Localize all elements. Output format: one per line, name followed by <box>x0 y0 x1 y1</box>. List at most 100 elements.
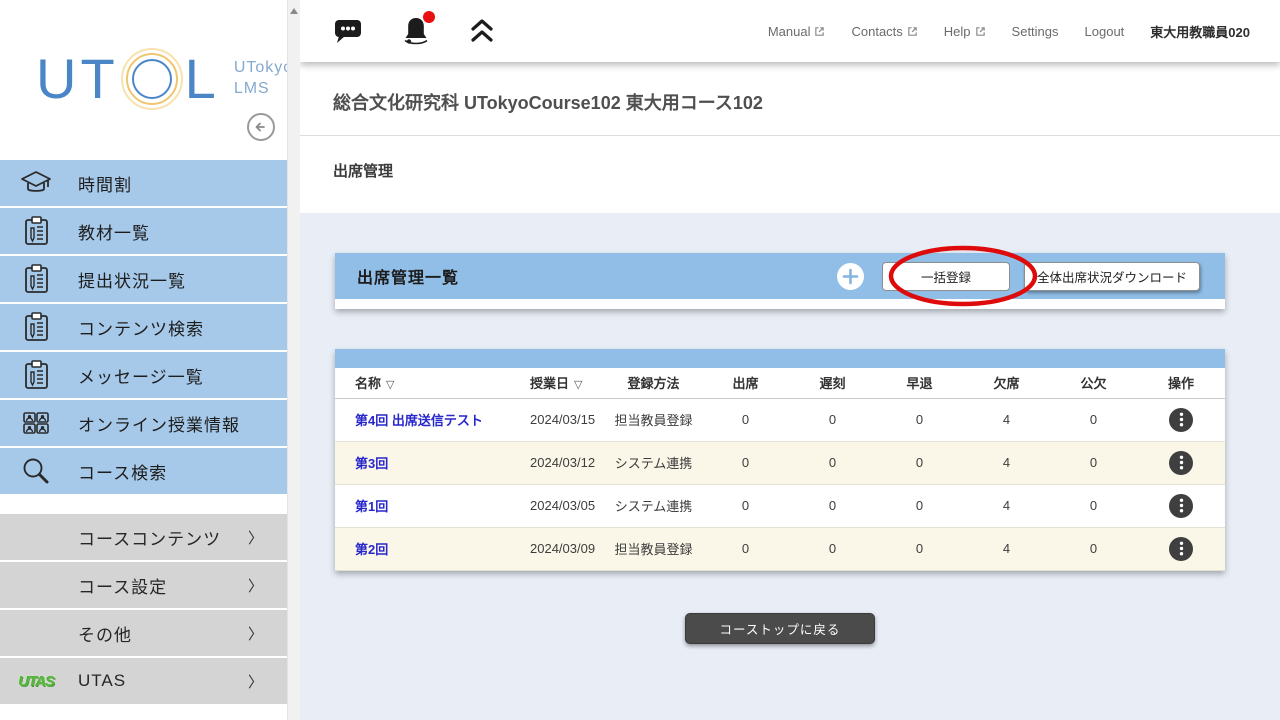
attendance-table: 名称 ▽ 授業日 ▽ 登録方法 出席 遅刻 早退 欠席 公欠 操作 第4回 出席送信… <box>335 368 1225 571</box>
session-link[interactable]: 第2回 <box>355 542 388 557</box>
absent-count-cell: 4 <box>963 441 1050 485</box>
sidebar-item-others[interactable]: その他 〉 <box>0 610 287 658</box>
sidebar-item-submissions[interactable]: 提出状況一覧 <box>0 256 287 304</box>
absent-count-cell: 4 <box>963 484 1050 528</box>
sidebar-item-messages[interactable]: メッセージ一覧 <box>0 352 287 400</box>
session-link[interactable]: 第1回 <box>355 499 388 514</box>
row-actions-button[interactable] <box>1169 407 1193 432</box>
settings-link[interactable]: Settings <box>1012 24 1059 39</box>
chevron-right-icon: 〉 <box>247 577 263 595</box>
logo-letter-l: L <box>184 47 220 110</box>
messages-button[interactable] <box>333 18 363 44</box>
sidebar: UT L UTokyo LMS 時間割 教材一覧 提出状況一覧 コンテンツ検索 … <box>0 0 292 720</box>
scroll-up-arrow-icon[interactable] <box>290 8 298 14</box>
notifications-button[interactable] <box>401 11 435 47</box>
kebab-menu-icon <box>1179 455 1183 470</box>
sort-icon[interactable]: ▽ <box>574 379 582 391</box>
logout-link[interactable]: Logout <box>1085 24 1125 39</box>
chevron-right-icon: 〉 <box>247 673 263 691</box>
menu-item-label: コース設定 <box>78 577 168 597</box>
present-count-cell: 0 <box>702 484 789 528</box>
logo-subtitle-line1: UTokyo <box>233 59 294 77</box>
course-title: 総合文化研究科 UTokyoCourse102 東大用コース102 <box>333 93 763 113</box>
class-date-cell: 2024/03/05 <box>510 484 605 528</box>
logo-letters-ut: UT <box>36 47 119 110</box>
late-count-cell: 0 <box>789 398 876 442</box>
header-label: 遅刻 <box>819 376 846 392</box>
sidebar-item-utas[interactable]: UTAS UTAS 〉 <box>0 658 287 706</box>
header-label: 出席 <box>732 376 759 392</box>
utas-logo-icon: UTAS <box>18 672 55 690</box>
menu-item-label: UTAS <box>78 671 127 690</box>
footer-actions: コーストップに戻る <box>335 612 1225 644</box>
sidebar-item-content-search[interactable]: コンテンツ検索 <box>0 304 287 352</box>
header-label: 授業日 <box>530 376 570 392</box>
late-count-cell: 0 <box>789 484 876 528</box>
manual-link[interactable]: Manual <box>768 24 826 39</box>
column-header-method: 登録方法 <box>605 368 702 399</box>
double-chevron-up-icon <box>471 19 493 42</box>
logo-subtitle-line2: LMS <box>233 80 270 97</box>
absent-count-cell: 4 <box>963 398 1050 442</box>
download-overall-attendance-button[interactable]: 全体出席状況ダウンロード <box>1023 261 1200 291</box>
sort-icon[interactable]: ▽ <box>386 379 394 391</box>
bulk-register-button[interactable]: 一括登録 <box>881 261 1010 291</box>
link-label: Settings <box>1011 23 1059 39</box>
logo-area: UT L UTokyo LMS <box>0 0 292 160</box>
column-header-excused: 公欠 <box>1050 368 1137 399</box>
row-actions-button[interactable] <box>1169 536 1193 561</box>
sidebar-item-materials[interactable]: 教材一覧 <box>0 208 287 256</box>
notification-badge-dot <box>423 11 435 23</box>
header-label: 欠席 <box>993 376 1020 392</box>
sidebar-item-online-class-info[interactable]: オンライン授業情報 <box>0 400 287 448</box>
method-cell: システム連携 <box>605 484 702 528</box>
attendance-panel-header: 出席管理一覧 一括登録 全体出席状況ダウンロード <box>335 253 1225 299</box>
table-row: 第3回 2024/03/12 システム連携 0 0 0 4 0 <box>335 441 1225 485</box>
attendance-list-panel: 出席管理一覧 一括登録 全体出席状況ダウンロード <box>335 245 1225 309</box>
clipboard-icon <box>16 309 56 345</box>
sidebar-item-timetable[interactable]: 時間割 <box>0 160 287 208</box>
method-cell: 担当教員登録 <box>605 398 702 442</box>
sidebar-item-label: 教材一覧 <box>78 223 150 243</box>
chevron-right-icon: 〉 <box>247 529 263 547</box>
sidebar-item-label: 時間割 <box>78 175 132 195</box>
collapse-header-button[interactable] <box>469 17 495 45</box>
sidebar-section-gap <box>0 496 287 514</box>
sidebar-scrollbar[interactable] <box>287 0 300 720</box>
column-header-date[interactable]: 授業日 ▽ <box>510 368 605 399</box>
method-cell: 担当教員登録 <box>605 527 702 571</box>
table-row: 第2回 2024/03/09 担当教員登録 0 0 0 4 0 <box>335 527 1225 571</box>
row-actions-button[interactable] <box>1169 493 1193 518</box>
early-leave-count-cell: 0 <box>876 441 963 485</box>
logo-o-rings-icon <box>120 48 183 110</box>
page-title: 出席管理 <box>333 163 394 180</box>
plus-icon <box>842 268 859 284</box>
help-link[interactable]: Help <box>944 24 986 39</box>
column-header-name[interactable]: 名称 ▽ <box>335 368 510 399</box>
header-label: 早退 <box>906 376 933 392</box>
sidebar-item-course-settings[interactable]: コース設定 〉 <box>0 562 287 610</box>
early-leave-count-cell: 0 <box>876 527 963 571</box>
search-icon <box>16 453 56 489</box>
session-link[interactable]: 第4回 出席送信テスト <box>355 413 483 428</box>
external-link-icon <box>908 26 917 36</box>
class-date-cell: 2024/03/12 <box>510 441 605 485</box>
panel-footer-strip <box>335 299 1225 309</box>
clipboard-icon <box>16 357 56 393</box>
sidebar-item-course-contents[interactable]: コースコンテンツ 〉 <box>0 514 287 562</box>
session-link[interactable]: 第3回 <box>355 456 388 471</box>
kebab-menu-icon <box>1179 412 1183 427</box>
excused-count-cell: 0 <box>1050 398 1137 442</box>
link-label: Manual <box>767 23 811 39</box>
back-to-course-top-button[interactable]: コーストップに戻る <box>685 612 875 644</box>
excused-count-cell: 0 <box>1050 441 1137 485</box>
column-header-actions: 操作 <box>1137 368 1225 399</box>
present-count-cell: 0 <box>702 441 789 485</box>
panel-title: 出席管理一覧 <box>357 270 460 287</box>
kebab-menu-icon <box>1179 498 1183 513</box>
sidebar-collapse-button[interactable] <box>247 113 275 141</box>
sidebar-item-course-search[interactable]: コース検索 <box>0 448 287 496</box>
row-actions-button[interactable] <box>1169 450 1193 475</box>
add-attendance-button[interactable] <box>836 262 864 290</box>
contacts-link[interactable]: Contacts <box>851 24 917 39</box>
